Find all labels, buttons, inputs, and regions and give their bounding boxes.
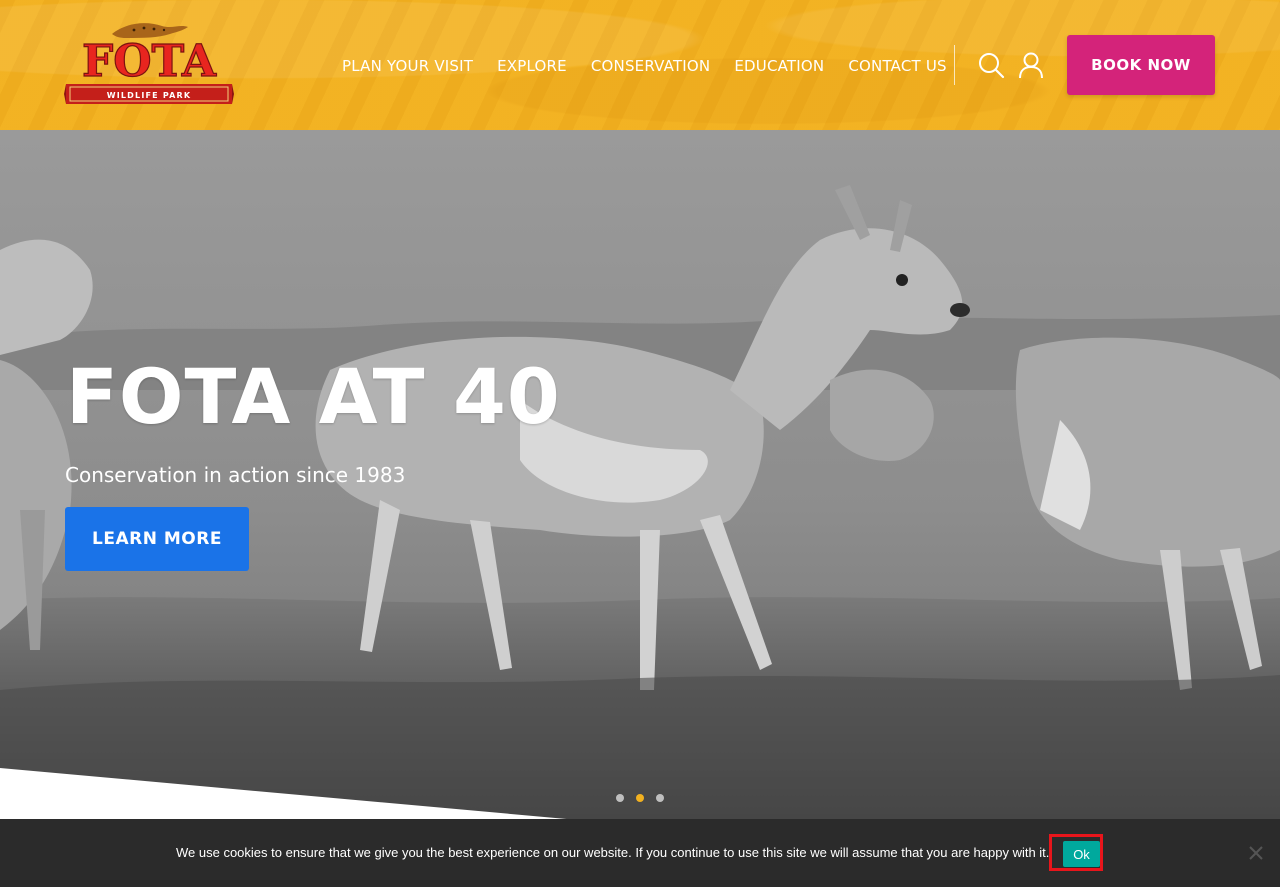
nav-divider	[954, 45, 955, 85]
learn-more-button[interactable]: LEARN MORE	[65, 507, 249, 571]
fota-logo[interactable]: FOTA WILDLIFE PARK	[64, 18, 234, 110]
cookie-ok-button[interactable]: Ok	[1063, 841, 1100, 867]
nav-plan-your-visit[interactable]: PLAN YOUR VISIT	[342, 57, 473, 75]
logo-word: FOTA	[82, 36, 217, 87]
cookie-bar: We use cookies to ensure that we give yo…	[0, 819, 1280, 887]
logo-tagline: WILDLIFE PARK	[107, 91, 192, 100]
nav-contact-us[interactable]: CONTACT US	[848, 57, 946, 75]
hero-title: FOTA AT 40	[66, 352, 561, 441]
logo-graphic: FOTA WILDLIFE PARK	[64, 23, 234, 104]
search-icon[interactable]	[976, 50, 1006, 80]
hero-subtitle: Conservation in action since 1983	[65, 463, 406, 487]
nav-education[interactable]: EDUCATION	[734, 57, 824, 75]
hero-slider: FOTA AT 40 Conservation in action since …	[0, 130, 1280, 820]
nav-conservation[interactable]: CONSERVATION	[591, 57, 711, 75]
main-nav: PLAN YOUR VISIT EXPLORE CONSERVATION EDU…	[330, 52, 959, 80]
site-header: FOTA WILDLIFE PARK PLAN YOUR VISIT EXPLO…	[0, 0, 1280, 130]
book-now-button[interactable]: BOOK NOW	[1067, 35, 1215, 95]
user-icon[interactable]	[1016, 50, 1046, 80]
nav-explore[interactable]: EXPLORE	[497, 57, 567, 75]
cookie-message: We use cookies to ensure that we give yo…	[176, 845, 1050, 860]
close-icon[interactable]	[1246, 843, 1266, 863]
